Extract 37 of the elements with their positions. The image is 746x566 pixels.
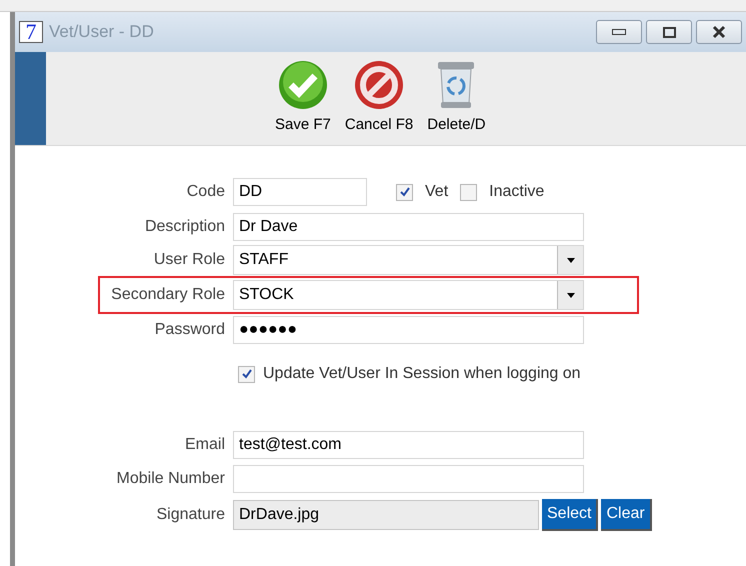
checkbox[interactable] [238,366,255,382]
text-field[interactable] [233,465,584,493]
field-label: Description [144,217,226,237]
checkbox[interactable] [460,184,478,200]
toolbar-button[interactable]: Save F7 [273,60,333,145]
field-label: User Role [152,250,226,270]
toolbar-button[interactable]: Delete/D [425,60,488,145]
checkmark-icon [240,368,252,380]
code-field[interactable]: DD [233,178,367,206]
checkbox-label: Vet [425,182,448,202]
checkbox-label: Inactive [489,182,544,202]
text-field[interactable]: ●●●●●● [233,316,584,344]
close-icon[interactable] [696,20,742,44]
checkbox-label: Update Vet/User In Session when logging on [263,364,581,384]
field-label: Password [154,320,226,340]
dropdown[interactable]: STAFF [233,245,584,275]
field-label: Code [186,182,226,202]
app-icon: 7 [19,21,43,43]
signature-field[interactable]: DrDave.jpg [233,500,539,530]
window-title: Vet/User - DD [49,21,154,44]
action-button[interactable]: Clear [601,499,652,531]
text-field[interactable]: test@test.com [233,431,584,459]
action-button[interactable]: Select [542,499,598,531]
field-label: Email [184,435,226,455]
toolbar-button[interactable]: Cancel F8 [342,60,416,145]
checkmark-icon [398,186,410,198]
field-label: Secondary Role [110,285,226,305]
checkbox[interactable] [396,184,413,200]
field-label: Mobile Number [116,469,226,489]
minimize-icon[interactable] [596,20,642,44]
dropdown[interactable]: STOCK [233,280,584,310]
maximize-icon[interactable] [646,20,692,44]
text-field[interactable]: Dr Dave [233,213,584,241]
field-label: Signature [156,505,226,525]
recycle-bin-icon [436,60,476,110]
prohibited-icon [354,60,404,110]
checkmark-icon [278,60,328,110]
